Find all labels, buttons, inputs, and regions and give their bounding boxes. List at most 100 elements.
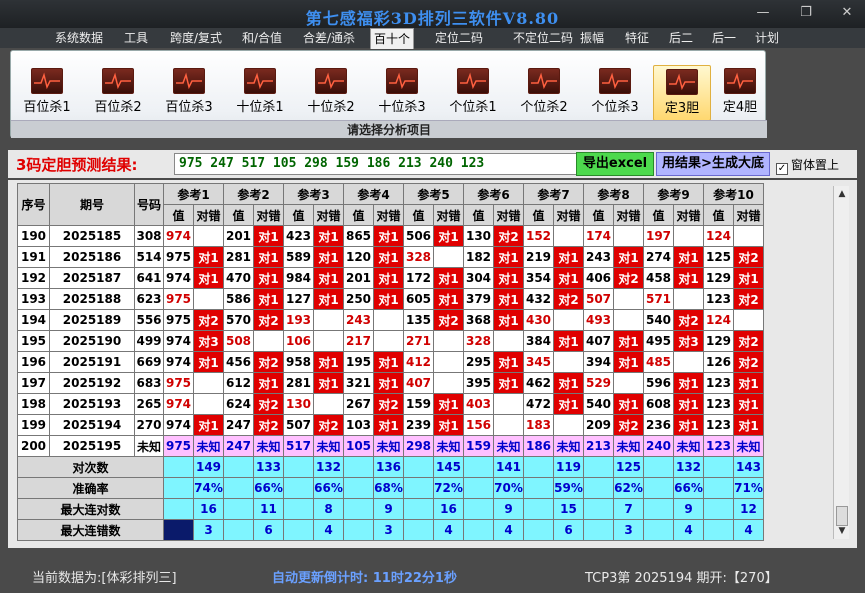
ref-hit bbox=[193, 225, 224, 247]
menu-item[interactable]: 工具 bbox=[118, 30, 154, 48]
ref-hit: 对1 bbox=[433, 393, 464, 415]
ref-hit bbox=[373, 309, 404, 331]
ref-hit: 对3 bbox=[673, 330, 704, 352]
stats-row: 对次数 149 133 132 136 145 141 119 125 132 143 bbox=[17, 456, 764, 478]
predict-hit: 未知 bbox=[313, 435, 344, 457]
ref-value: 540 bbox=[643, 309, 674, 331]
ribbon-button[interactable]: 百位杀3 bbox=[160, 65, 218, 121]
menu-item[interactable]: 后一 bbox=[707, 30, 741, 48]
ribbon-button[interactable]: 百位杀1 bbox=[18, 65, 76, 121]
ref-value: 159 bbox=[403, 393, 434, 415]
ribbon-button[interactable]: 十位杀1 bbox=[231, 65, 289, 121]
stats-value: 4 bbox=[733, 519, 764, 541]
row-number: 556 bbox=[134, 309, 164, 331]
ribbon-button[interactable]: 个位杀1 bbox=[444, 65, 502, 121]
maximize-icon[interactable]: ❐ bbox=[795, 4, 817, 22]
ref-value: 123 bbox=[703, 372, 734, 394]
table-row[interactable]: 198 2025193 265 974 624 对2 130 267 对2 159 对1 403 472… bbox=[17, 393, 764, 415]
ref-value: 975 bbox=[163, 372, 194, 394]
ribbon-button-label: 十位杀1 bbox=[236, 100, 284, 115]
ref-value: 529 bbox=[583, 372, 614, 394]
stats-value: 6 bbox=[553, 519, 584, 541]
col-header-hit: 对错 bbox=[493, 204, 524, 226]
ref-value: 395 bbox=[463, 372, 494, 394]
ribbon-button[interactable]: 个位杀2 bbox=[515, 65, 573, 121]
ref-value: 506 bbox=[403, 225, 434, 247]
stats-value: 72% bbox=[433, 477, 464, 499]
ref-value: 172 bbox=[403, 267, 434, 289]
ref-value: 423 bbox=[283, 225, 314, 247]
ref-hit bbox=[733, 309, 764, 331]
ref-hit: 对1 bbox=[313, 372, 344, 394]
menu-item[interactable]: 系统数据 bbox=[48, 30, 110, 48]
stats-value: 66% bbox=[313, 477, 344, 499]
row-period: 2025188 bbox=[49, 288, 135, 310]
stats-spacer bbox=[523, 456, 554, 478]
table-row[interactable]: 190 2025185 308 974 201 对1 423 对1 865 对1 506 对1 130 对… bbox=[17, 225, 764, 247]
table-row[interactable]: 193 2025188 623 975 586 对1 127 对1 250 对1 605 对1 379 对… bbox=[17, 288, 764, 310]
col-header-value: 值 bbox=[163, 204, 194, 226]
ref-hit bbox=[193, 288, 224, 310]
menu-item[interactable]: 特征 bbox=[619, 30, 655, 48]
ref-hit: 对1 bbox=[553, 330, 584, 352]
ref-value: 130 bbox=[463, 225, 494, 247]
ref-value: 123 bbox=[703, 288, 734, 310]
title-bar: 第七感福彩3D排列三软件V8.80 — ❐ ✕ bbox=[0, 0, 865, 28]
prediction-row[interactable]: 200 2025195 未知 975 未知 247 未知 517 未知 105 未知 298 未知 159… bbox=[17, 435, 764, 457]
ribbon-button[interactable]: 定4胆 bbox=[711, 65, 769, 121]
col-header-hit: 对错 bbox=[253, 204, 284, 226]
checkbox-icon[interactable]: ✓ bbox=[776, 163, 788, 175]
menu-item[interactable]: 合差/通杀 bbox=[298, 30, 360, 48]
export-excel-button[interactable]: 导出excel bbox=[576, 152, 654, 176]
col-header-hit: 对错 bbox=[673, 204, 704, 226]
ref-value: 975 bbox=[163, 246, 194, 268]
chart-icon bbox=[102, 68, 134, 94]
table-row[interactable]: 195 2025190 499 974 对3 508 106 217 271 328 384 对1 40… bbox=[17, 330, 764, 352]
ref-hit: 对1 bbox=[373, 372, 404, 394]
ref-value: 250 bbox=[343, 288, 374, 310]
stats-value: 143 bbox=[733, 456, 764, 478]
menu-item[interactable]: 后二 bbox=[664, 30, 698, 48]
scroll-up-icon[interactable]: ▲ bbox=[834, 186, 850, 202]
ribbon-button[interactable]: 十位杀2 bbox=[302, 65, 360, 121]
minimize-icon[interactable]: — bbox=[752, 4, 774, 22]
stats-label: 对次数 bbox=[17, 456, 164, 478]
result-value-field[interactable]: 975 247 517 105 298 159 186 213 240 123 bbox=[174, 153, 582, 175]
table-row[interactable]: 199 2025194 270 974 对1 247 对2 507 对2 103 对1 239 对1 15… bbox=[17, 414, 764, 436]
col-header-ref: 参考9 bbox=[643, 183, 704, 205]
stats-value: 15 bbox=[553, 498, 584, 520]
table-row[interactable]: 197 2025192 683 975 612 对1 281 对1 321 对1 407 395 对1 4… bbox=[17, 372, 764, 394]
menu-item[interactable]: 不定位二码 bbox=[508, 30, 578, 48]
table-row[interactable]: 194 2025189 556 975 对2 570 对2 193 243 135 对2 368 对1 4… bbox=[17, 309, 764, 331]
ref-value: 243 bbox=[583, 246, 614, 268]
close-icon[interactable]: ✕ bbox=[836, 4, 858, 22]
ref-hit bbox=[193, 372, 224, 394]
window-topmost-toggle[interactable]: ✓ 窗体置上 bbox=[776, 156, 839, 175]
scroll-down-icon[interactable]: ▼ bbox=[834, 523, 850, 539]
stats-value: 9 bbox=[673, 498, 704, 520]
ribbon-button[interactable]: 百位杀2 bbox=[89, 65, 147, 121]
ref-hit bbox=[673, 351, 704, 373]
ribbon-button[interactable]: 个位杀3 bbox=[586, 65, 644, 121]
menu-item[interactable]: 计划 bbox=[750, 30, 784, 48]
ref-value: 267 bbox=[343, 393, 374, 415]
table-row[interactable]: 192 2025187 641 974 对1 470 对1 984 对1 201 对1 172 对1 30… bbox=[17, 267, 764, 289]
row-number: 641 bbox=[134, 267, 164, 289]
stats-spacer bbox=[283, 477, 314, 499]
menu-item[interactable]: 定位二码 bbox=[425, 30, 493, 48]
generate-base-button[interactable]: 用结果>生成大底 bbox=[656, 152, 770, 176]
ref-value: 247 bbox=[223, 414, 254, 436]
menu-item[interactable]: 跨度/复式 bbox=[163, 30, 229, 48]
vertical-scrollbar[interactable]: ▲ ▼ bbox=[833, 186, 849, 539]
ribbon-button[interactable]: 十位杀3 bbox=[373, 65, 431, 121]
table-row[interactable]: 196 2025191 669 974 对1 456 对2 958 对1 195 对1 412 295 对… bbox=[17, 351, 764, 373]
ref-hit: 对1 bbox=[193, 246, 224, 268]
ref-value: 596 bbox=[643, 372, 674, 394]
table-row[interactable]: 191 2025186 514 975 对1 281 对1 589 对1 120 对1 328 182 对… bbox=[17, 246, 764, 268]
menu-item[interactable]: 振幅 bbox=[574, 30, 610, 48]
menu-item[interactable]: 百十个 bbox=[370, 28, 414, 49]
menu-item[interactable]: 和/合值 bbox=[236, 30, 288, 48]
stats-value: 9 bbox=[373, 498, 404, 520]
ref-hit: 对1 bbox=[193, 351, 224, 373]
ribbon-button[interactable]: 定3胆 bbox=[653, 65, 711, 121]
